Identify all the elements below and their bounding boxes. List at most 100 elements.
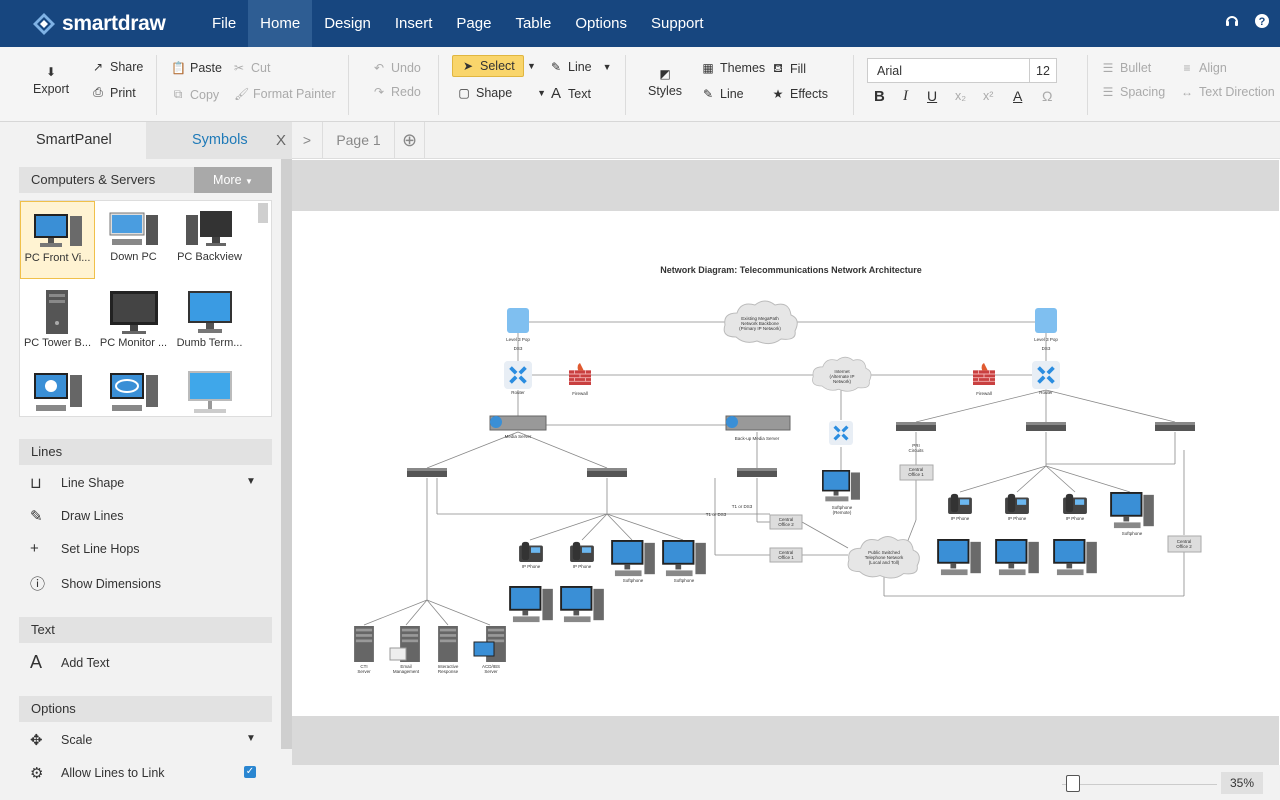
tab-symbols[interactable]: Symbols	[146, 122, 292, 159]
font-selector[interactable]: Arial 12	[867, 58, 1057, 83]
symbol-dumb-terminal[interactable]: Dumb Term...	[172, 281, 247, 359]
panel-tabs: SmartPanel Symbols X	[0, 122, 292, 159]
symbol-flat-monitor[interactable]	[172, 361, 247, 416]
themes-button[interactable]: ▦ Themes	[701, 61, 765, 75]
text-tool-button[interactable]: A Text	[549, 85, 591, 102]
line-style-button[interactable]: ✎ Line	[701, 87, 744, 101]
shape-tool-button[interactable]: ▢ Shape ▼	[457, 86, 546, 100]
text-direction-button[interactable]: ↔ Text Direction	[1180, 85, 1275, 99]
menu-file[interactable]: File	[200, 0, 248, 47]
paste-icon: 📋	[171, 61, 186, 75]
superscript-button[interactable]: x²	[983, 89, 993, 103]
font-name: Arial	[877, 64, 903, 78]
format-painter-button[interactable]: 🖌 Format Painter	[234, 87, 336, 101]
pc-front-view-icon	[33, 214, 82, 247]
symbol-pc-monitor[interactable]: PC Monitor ...	[96, 281, 171, 359]
select-button[interactable]: ➤ Select	[452, 55, 524, 77]
menu-support[interactable]: Support	[639, 0, 716, 47]
symbol-down-pc[interactable]: Down PC	[96, 201, 171, 279]
themes-icon: ▦	[702, 61, 714, 75]
menu-insert[interactable]: Insert	[383, 0, 445, 47]
drawing-page[interactable]: Network Diagram: Telecommunications Netw…	[292, 211, 1279, 716]
line-shape-item[interactable]: ⊔ Line Shape	[30, 474, 124, 492]
draw-lines-item[interactable]: ✎ Draw Lines	[30, 507, 124, 525]
add-text-item[interactable]: A Add Text	[30, 652, 109, 673]
share-button[interactable]: ↗ Share	[91, 60, 143, 74]
svg-text:Existing MegaPathNetwork Backb: Existing MegaPath Network Backbone (Primar…	[739, 316, 781, 331]
tab-smartpanel[interactable]: SmartPanel	[0, 122, 146, 159]
acd-label: Server	[484, 669, 498, 674]
bold-button[interactable]: B	[874, 88, 885, 105]
italic-button[interactable]: I	[903, 88, 908, 105]
copy-button[interactable]: ⧉ Copy	[171, 87, 219, 102]
set-line-hops-item[interactable]: + Set Line Hops	[30, 540, 140, 557]
add-page-button[interactable]: ⊕	[395, 122, 425, 159]
zoom-level[interactable]: 35%	[1221, 772, 1263, 794]
underline-button[interactable]: U	[927, 88, 937, 104]
bullet-button[interactable]: ☰ Bullet	[1101, 61, 1152, 75]
softphone-label: Softphone	[1122, 531, 1143, 536]
show-dimensions-item[interactable]: ⓘ Show Dimensions	[30, 573, 161, 594]
symbol-pc-backview[interactable]: PC Backview	[172, 201, 247, 279]
align-button[interactable]: ≡ Align	[1180, 61, 1226, 75]
zoom-slider-thumb[interactable]	[1066, 775, 1080, 792]
zoom-slider-track[interactable]	[1062, 784, 1217, 785]
undo-button[interactable]: ↶ Undo	[372, 61, 421, 75]
paste-button[interactable]: 📋 Paste	[171, 61, 222, 75]
panel-scrollbar[interactable]	[281, 159, 292, 749]
router-left-icon	[504, 361, 532, 389]
pc-icon	[995, 539, 1039, 576]
menu-design[interactable]: Design	[312, 0, 383, 47]
cut-button[interactable]: ✂ Cut	[232, 61, 270, 75]
fill-label: Fill	[790, 62, 806, 76]
svg-text:CTIServer: CTI Server	[357, 664, 371, 674]
export-button[interactable]: ⬇ Export	[33, 65, 69, 96]
menu-options[interactable]: Options	[563, 0, 639, 47]
svg-text:Softphone(Remote): Softphone (Remote)	[832, 505, 853, 515]
menu-page[interactable]: Page	[444, 0, 503, 47]
chevron-down-icon[interactable]: ▼	[246, 733, 256, 744]
allow-lines-checkbox[interactable]: ✓	[244, 766, 256, 778]
help-icon[interactable]: ?	[1254, 13, 1270, 29]
format-painter-label: Format Painter	[253, 87, 336, 101]
line-shape-icon: ⊔	[30, 475, 42, 492]
menu-table[interactable]: Table	[503, 0, 563, 47]
print-button[interactable]: ⎙ Print	[91, 85, 136, 100]
symbol-pc-front-view[interactable]: PC Front Vi...	[20, 201, 95, 279]
toggle-panel-button[interactable]: >	[292, 122, 323, 159]
symbol-label: PC Front Vi...	[24, 252, 91, 264]
smartdraw-logo[interactable]: smartdraw	[32, 12, 200, 36]
select-dropdown[interactable]: ▼	[527, 61, 536, 71]
subscript-button[interactable]: x₂	[955, 89, 966, 103]
pop-right-label: Level 3 Pop	[1034, 337, 1058, 342]
pop-right-icon	[1035, 308, 1057, 333]
fill-button[interactable]: ⛾ Fill	[771, 61, 806, 77]
font-color-button[interactable]: A	[1013, 88, 1022, 104]
symbol-pc-locked[interactable]	[20, 361, 95, 416]
chevron-down-icon[interactable]: ▼	[246, 476, 256, 487]
allow-lines-to-link-item[interactable]: ⚙ Allow Lines to Link	[30, 764, 165, 782]
spacing-button[interactable]: ☰ Spacing	[1101, 85, 1166, 99]
symbol-pc-tower[interactable]: PC Tower B...	[20, 281, 95, 359]
symbol-pc-network[interactable]	[96, 361, 171, 416]
menu-home[interactable]: Home	[248, 0, 313, 47]
effects-button[interactable]: ★ Effects	[771, 87, 828, 101]
logo-icon	[33, 12, 55, 35]
ip-phone-icon	[1063, 493, 1087, 514]
styles-icon: ◩	[659, 67, 671, 81]
ivr-label: Response	[438, 669, 459, 674]
ribbon-divider	[348, 55, 349, 115]
line-tool-button[interactable]: ✎ Line ▼	[549, 60, 612, 74]
close-panel-button[interactable]: X	[276, 132, 286, 149]
tab-page-1[interactable]: Page 1	[323, 122, 395, 159]
scale-item[interactable]: ✥ Scale	[30, 731, 92, 749]
font-size[interactable]: 12	[1036, 64, 1050, 78]
styles-button[interactable]: ◩ Styles	[648, 67, 682, 98]
symbol-scrollbar[interactable]	[258, 203, 268, 223]
scale-label: Scale	[61, 733, 93, 747]
special-characters-button[interactable]: Ω	[1042, 88, 1052, 104]
redo-button[interactable]: ↷ Redo	[372, 85, 421, 99]
chevron-down-icon: ▼	[527, 61, 536, 71]
headset-icon[interactable]	[1224, 13, 1240, 29]
more-libraries-button[interactable]: More ▼	[194, 167, 272, 193]
